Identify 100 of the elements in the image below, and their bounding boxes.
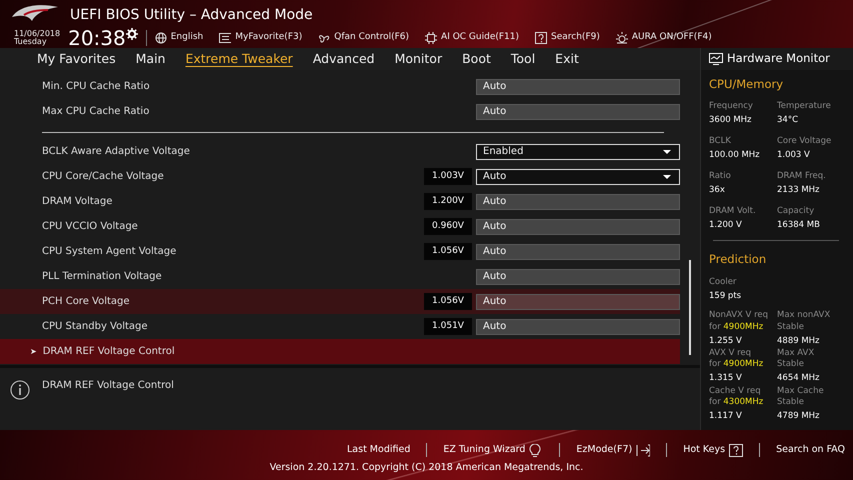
monitor-label: Core Voltage	[777, 136, 832, 148]
panel-title: Hardware Monitor	[727, 50, 830, 68]
window-title: UEFI BIOS Utility – Advanced Mode	[70, 6, 313, 25]
caret-icon	[663, 150, 671, 154]
monitor-value: 159 pts	[709, 290, 742, 302]
toolbar-button[interactable]: AURA ON/OFF(F4)	[632, 31, 712, 45]
menu-tab[interactable]: Monitor	[384, 49, 452, 69]
footer-button[interactable]: Search on FAQ	[776, 443, 845, 458]
menu-tab[interactable]: Advanced	[302, 49, 385, 69]
footer-button[interactable]: EzMode(F7)	[576, 443, 632, 458]
setting-label: CPU Core/Cache Voltage	[42, 170, 165, 184]
dropdown[interactable]: Auto	[476, 168, 680, 184]
chip-icon	[425, 32, 438, 44]
monitor-value: 2133 MHz	[777, 184, 821, 197]
monitor-value: 16384 MB	[777, 218, 821, 232]
monitor-value: 36x	[709, 184, 726, 197]
monitor-label: DRAM Volt.	[709, 206, 757, 217]
settings-icon	[126, 28, 138, 40]
monitor-label: Frequency	[709, 101, 754, 112]
footer-button[interactable]: EZ Tuning Wizard	[443, 443, 526, 458]
menu-tab[interactable]: My Favorites	[27, 49, 126, 69]
help-text: DRAM REF Voltage Control	[42, 379, 175, 393]
setting-label: DRAM Voltage	[42, 195, 114, 209]
light-icon	[616, 32, 628, 44]
setting-row-highlight[interactable]: ➤ DRAM REF Voltage Control	[0, 339, 680, 364]
help-icon	[535, 32, 548, 44]
value-field[interactable]: Auto	[476, 218, 680, 234]
setting-label: CPU VCCIO Voltage	[42, 220, 139, 234]
info-icon	[10, 380, 30, 400]
monitor-value: 4789 MHz	[777, 410, 821, 424]
monitor-label: Ratio	[709, 170, 732, 182]
setting-label: DRAM REF Voltage Control	[42, 345, 176, 359]
monitor-label: BCLK	[709, 136, 732, 148]
footer-button[interactable]: Hot Keys	[683, 443, 726, 458]
monitor-label: Cooler	[709, 276, 738, 288]
caret-icon	[663, 174, 671, 178]
dropdown[interactable]: Enabled	[476, 144, 680, 160]
monitor-label: Cache V req for 4300MHz	[709, 386, 764, 408]
value-field[interactable]: Auto	[476, 104, 680, 120]
monitor-label: NonAVX V req for 4900MHz	[709, 310, 770, 333]
list-icon	[219, 32, 232, 44]
menu-tab[interactable]: Boot	[452, 49, 501, 69]
monitor-value: 4889 MHz	[777, 334, 821, 348]
menu-tab[interactable]: Main	[126, 49, 176, 69]
monitor-value: 34°C	[777, 114, 800, 128]
value-field[interactable]: Auto	[476, 78, 680, 94]
monitor-icon	[709, 53, 723, 65]
day-text: Tuesday	[14, 38, 47, 46]
voltage-reading: 1.056V	[424, 243, 472, 260]
setting-label: PLL Termination Voltage	[42, 270, 163, 284]
menu-tab[interactable]: Exit	[545, 49, 589, 69]
toolbar-button[interactable]: English	[170, 31, 204, 45]
setting-label: BCLK Aware Adaptive Voltage	[42, 145, 191, 159]
toolbar-button[interactable]: AI OC Guide(F11)	[441, 31, 520, 45]
setting-label: CPU Standby Voltage	[42, 320, 149, 334]
monitor-value: 3600 MHz	[709, 114, 753, 128]
section-title: CPU/Memory	[709, 76, 784, 93]
setting-row-highlight[interactable]: PCH Core Voltage 1.056V Auto	[0, 289, 680, 314]
monitor-label: Max nonAVX Stable	[777, 310, 832, 333]
voltage-reading: 1.200V	[424, 193, 472, 210]
clock-text: 20:38	[68, 28, 126, 48]
monitor-label: Capacity	[777, 206, 816, 217]
menu-tab[interactable]: Tool	[500, 49, 546, 69]
value-field[interactable]: Auto	[476, 318, 680, 334]
voltage-reading: 1.051V	[424, 318, 472, 335]
fan-icon	[318, 32, 330, 44]
date-text: 11/06/2018	[14, 30, 60, 38]
toolbar-button[interactable]: Search(F9)	[551, 31, 600, 45]
value-field[interactable]: Auto	[476, 244, 680, 260]
setting-label: Min. CPU Cache Ratio	[42, 80, 151, 94]
exit-icon	[636, 444, 650, 457]
monitor-label: Max AVX Stable	[777, 348, 816, 370]
section-title: Prediction	[709, 251, 768, 268]
setting-label: PCH Core Voltage	[42, 295, 131, 309]
version-text: Version 2.20.1271. Copyright (C) 2018 American Megatrends, Inc.	[270, 461, 584, 476]
monitor-value: 1.117 V	[709, 410, 743, 424]
bulb-icon	[529, 444, 544, 457]
monitor-value: 1.315 V	[709, 372, 743, 386]
toolbar-button[interactable]: Qfan Control(F6)	[334, 31, 410, 45]
globe-icon	[154, 32, 167, 44]
monitor-value: 100.00 MHz	[709, 149, 761, 162]
voltage-reading: 1.003V	[424, 168, 472, 185]
voltage-reading: 0.960V	[424, 218, 472, 235]
setting-label: CPU System Agent Voltage	[42, 245, 178, 259]
voltage-reading: 1.056V	[424, 293, 472, 310]
arrow-icon: ➤	[30, 346, 37, 358]
menu-tab[interactable]: Extreme Tweaker	[175, 49, 303, 69]
setting-label: Max CPU Cache Ratio	[42, 105, 150, 119]
monitor-value: 1.255 V	[709, 334, 743, 348]
monitor-value: 4654 MHz	[777, 372, 821, 386]
monitor-value: 1.200 V	[709, 218, 743, 232]
value-field[interactable]: Auto	[476, 294, 680, 310]
monitor-label: Max Cache Stable	[777, 386, 825, 408]
monitor-label: DRAM Freq.	[777, 170, 827, 182]
monitor-label: AVX V req for 4900MHz	[709, 348, 764, 370]
footer-button[interactable]: Last Modified	[347, 443, 410, 458]
monitor-label: Temperature	[777, 101, 832, 112]
value-field[interactable]: Auto	[476, 194, 680, 210]
value-field[interactable]: Auto	[476, 268, 680, 284]
toolbar-button[interactable]: MyFavorite(F3)	[235, 31, 302, 45]
